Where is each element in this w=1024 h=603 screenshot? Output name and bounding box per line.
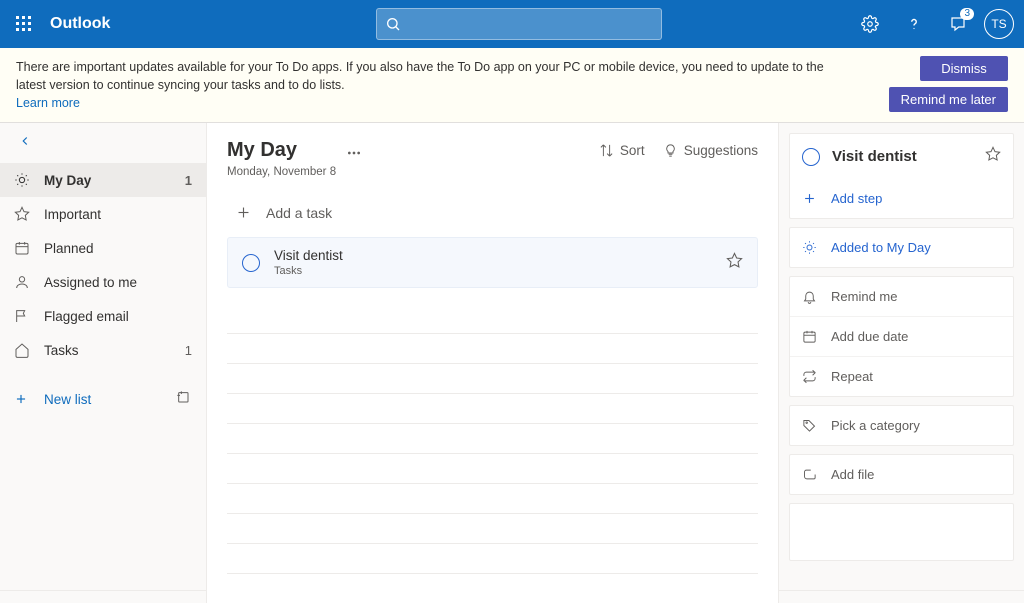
task-list-name: Tasks <box>274 265 343 277</box>
repeat-label: Repeat <box>831 369 873 384</box>
sidebar-item-count: 1 <box>185 173 192 188</box>
sidebar-item-tasks[interactable]: Tasks 1 <box>0 333 206 367</box>
sidebar-item-label: My Day <box>44 173 91 188</box>
add-step-button[interactable]: Add step <box>790 179 1013 218</box>
sidebar-item-label: Assigned to me <box>44 275 137 290</box>
detail-title-row[interactable]: Visit dentist <box>790 134 1013 179</box>
added-label: Added to My Day <box>831 240 931 255</box>
learn-more-link[interactable]: Learn more <box>16 96 80 110</box>
files-module-button[interactable] <box>122 591 159 603</box>
sun-icon <box>14 172 34 188</box>
people-module-button[interactable] <box>84 591 121 603</box>
calendar-icon <box>14 240 34 256</box>
remind-label: Remind me <box>831 289 897 304</box>
page-title: My Day <box>227 139 336 162</box>
detail-complete-checkbox[interactable] <box>802 148 820 166</box>
task-complete-checkbox[interactable] <box>242 254 260 272</box>
flag-icon <box>14 308 34 324</box>
help-button[interactable] <box>892 0 936 48</box>
sidebar-item-planned[interactable]: Planned <box>0 231 206 265</box>
suggestions-label: Suggestions <box>684 143 758 158</box>
sort-label: Sort <box>620 143 645 158</box>
task-name: Visit dentist <box>274 248 343 263</box>
remind-later-button[interactable]: Remind me later <box>889 87 1008 112</box>
home-icon <box>14 342 34 358</box>
task-row[interactable]: Visit dentist Tasks <box>227 237 758 288</box>
sidebar-item-assigned[interactable]: Assigned to me <box>0 265 206 299</box>
remind-me-button[interactable]: Remind me <box>790 277 1013 316</box>
add-task-input[interactable]: Add a task <box>227 200 758 225</box>
empty-lines <box>227 304 758 603</box>
notification-badge: 3 <box>960 8 974 20</box>
notifications-button[interactable]: 3 <box>936 0 980 48</box>
sidebar-item-my-day[interactable]: My Day 1 <box>0 163 206 197</box>
detail-task-title: Visit dentist <box>832 148 917 165</box>
sidebar-item-label: Planned <box>44 241 94 256</box>
plus-icon <box>14 392 34 406</box>
search-input[interactable] <box>376 8 662 40</box>
avatar[interactable]: TS <box>984 9 1014 39</box>
notification-message: There are important updates available fo… <box>16 60 824 92</box>
add-note-area[interactable] <box>789 503 1014 561</box>
category-label: Pick a category <box>831 418 920 433</box>
add-step-label: Add step <box>831 191 882 206</box>
detail-star-button[interactable] <box>985 146 1001 167</box>
dismiss-button[interactable]: Dismiss <box>920 56 1008 81</box>
repeat-button[interactable]: Repeat <box>790 356 1013 396</box>
sidebar-item-count: 1 <box>185 343 192 358</box>
page-date: Monday, November 8 <box>227 166 336 178</box>
new-list-button[interactable]: New list <box>0 379 206 419</box>
add-file-label: Add file <box>831 467 874 482</box>
app-name: Outlook <box>50 15 110 33</box>
due-label: Add due date <box>831 329 908 344</box>
sidebar-item-label: Tasks <box>44 343 79 358</box>
suggestions-button[interactable]: Suggestions <box>663 143 758 158</box>
add-task-placeholder: Add a task <box>266 205 332 221</box>
app-launcher-button[interactable] <box>0 0 48 48</box>
settings-button[interactable] <box>848 0 892 48</box>
mail-module-button[interactable] <box>10 591 47 603</box>
list-options-button[interactable] <box>346 145 362 161</box>
update-notification-bar: There are important updates available fo… <box>0 48 1024 123</box>
task-star-button[interactable] <box>726 252 743 274</box>
sidebar-item-label: Important <box>44 207 101 222</box>
star-icon <box>14 206 34 222</box>
added-to-my-day[interactable]: Added to My Day <box>790 228 1013 267</box>
person-icon <box>14 274 34 290</box>
add-due-date-button[interactable]: Add due date <box>790 316 1013 356</box>
back-button[interactable] <box>0 123 206 159</box>
todo-module-button[interactable] <box>159 591 196 603</box>
sidebar-item-flagged[interactable]: Flagged email <box>0 299 206 333</box>
sort-button[interactable]: Sort <box>599 143 645 158</box>
sidebar-item-label: Flagged email <box>44 309 129 324</box>
new-list-label: New list <box>44 392 91 407</box>
calendar-module-button[interactable] <box>47 591 84 603</box>
sidebar-item-important[interactable]: Important <box>0 197 206 231</box>
new-group-button[interactable] <box>176 390 192 409</box>
pick-category-button[interactable]: Pick a category <box>790 406 1013 445</box>
add-file-button[interactable]: Add file <box>790 455 1013 494</box>
